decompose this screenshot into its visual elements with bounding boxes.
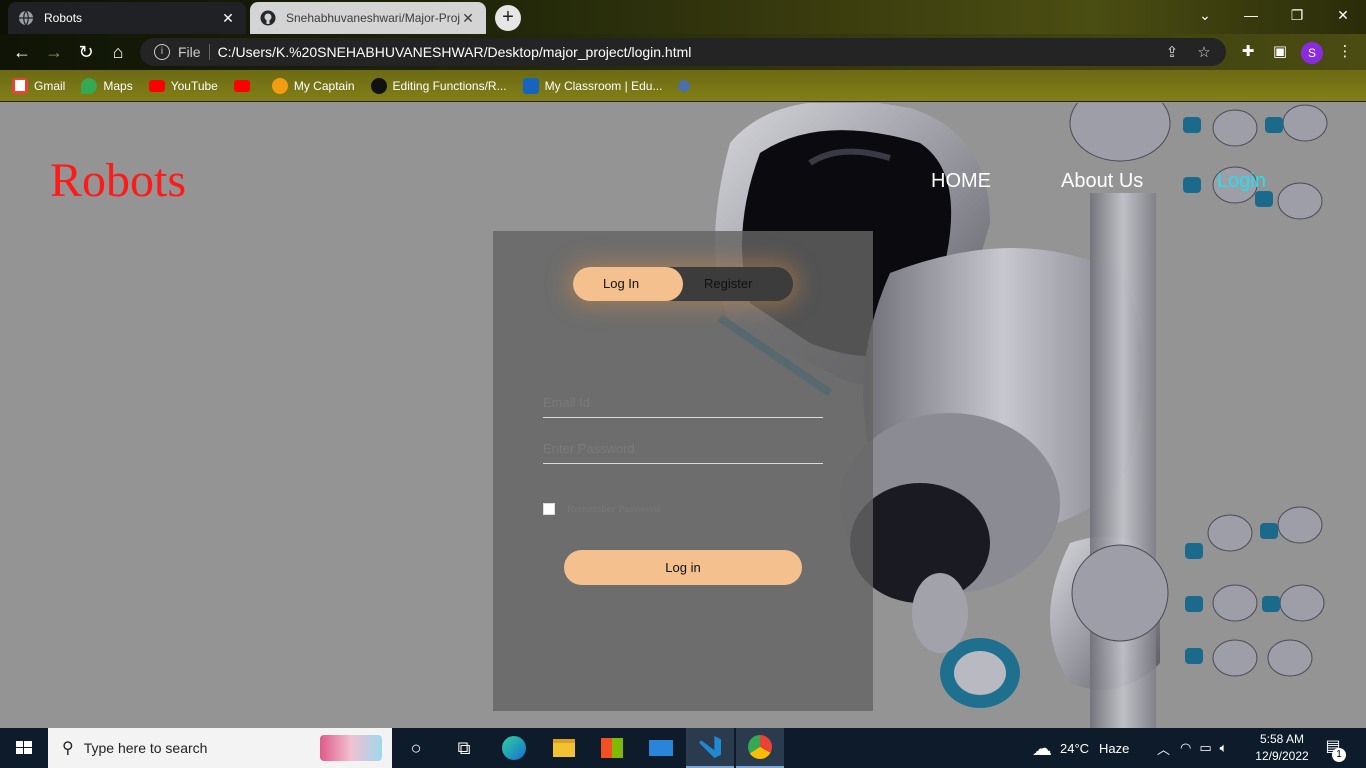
tray-icons: ︿ ◠ ▭ 🔈︎	[1157, 728, 1227, 768]
tab-title: Snehabhuvaneshwari/Major-Proj	[286, 11, 460, 25]
wifi-icon[interactable]: ◠	[1180, 740, 1191, 756]
windows-taskbar: ⚲ Type here to search ○ ⧉ ☁ 24°C Haze ︿ …	[0, 728, 1366, 768]
new-tab-button[interactable]: +	[495, 5, 521, 31]
bookmark-star-icon[interactable]: ☆	[1194, 43, 1214, 61]
back-icon[interactable]: ←	[10, 40, 34, 64]
nav-login[interactable]: Login	[1217, 170, 1266, 193]
divider	[208, 44, 210, 60]
remember-checkbox[interactable]	[543, 503, 555, 515]
weather-temp: 24°C	[1060, 740, 1090, 756]
password-field[interactable]	[543, 434, 823, 464]
weather-condition: Haze	[1099, 740, 1130, 756]
tab-register[interactable]: Register	[704, 276, 756, 291]
share-icon[interactable]: ⇪	[1162, 43, 1182, 61]
scheme-label: File	[178, 44, 201, 60]
store-icon[interactable]	[588, 728, 636, 768]
clock-date: 12/9/2022	[1255, 749, 1309, 763]
edureka-icon	[522, 77, 539, 94]
chevron-up-icon[interactable]: ︿	[1157, 739, 1170, 758]
tab-search-icon[interactable]: ⌄	[1182, 0, 1228, 30]
email-field[interactable]	[543, 388, 823, 418]
chrome-icon[interactable]	[736, 728, 784, 768]
cortana-icon[interactable]: ○	[392, 728, 440, 768]
tab-title: Robots	[44, 11, 83, 25]
login-card: Log In Register Remember Password Log in	[493, 231, 873, 711]
side-panel-icon[interactable]: ▣	[1269, 41, 1291, 63]
bookmark-mycaptain[interactable]: My Captain	[271, 77, 355, 94]
weather-haze-icon: ☁	[1032, 737, 1052, 760]
remember-label: Remember Password	[567, 503, 661, 515]
bookmark-gmail[interactable]: Gmail	[12, 77, 65, 94]
nav-home[interactable]: HOME	[931, 170, 991, 193]
search-highlight-icon[interactable]	[320, 735, 382, 761]
extensions-icon[interactable]: ✚	[1237, 41, 1259, 63]
gmail-icon	[12, 77, 28, 94]
github-icon	[260, 10, 276, 26]
close-tab-icon[interactable]: ✕	[220, 10, 236, 27]
nav-about-us[interactable]: About Us	[1061, 170, 1143, 193]
menu-kebab-icon[interactable]: ⋮	[1334, 41, 1356, 63]
edge-icon[interactable]	[490, 728, 538, 768]
minimize-icon[interactable]: —	[1228, 0, 1274, 30]
system-clock[interactable]: 5:58 AM 12/9/2022	[1250, 731, 1314, 765]
bookmark-maps[interactable]: Maps	[81, 77, 133, 94]
forward-icon[interactable]: →	[42, 40, 66, 64]
login-register-toggle: Log In Register	[573, 267, 793, 301]
bookmarks-bar: Gmail Maps YouTube My Captain Editing Fu…	[0, 70, 1366, 102]
task-view-icon[interactable]: ⧉	[440, 728, 488, 768]
vscode-icon[interactable]	[686, 728, 734, 768]
youtube-icon	[233, 79, 250, 92]
youtube-icon	[148, 79, 165, 92]
search-placeholder: Type here to search	[83, 740, 208, 756]
mycaptain-icon	[271, 77, 288, 94]
clock-time: 5:58 AM	[1259, 732, 1305, 746]
search-icon: ⚲	[62, 740, 74, 757]
page-viewport: Robots HOME About Us Login Log In Regist…	[0, 103, 1366, 728]
close-tab-icon[interactable]: ✕	[460, 10, 476, 27]
remember-password[interactable]: Remember Password	[543, 503, 660, 515]
tab-strip: Robots ✕ Snehabhuvaneshwari/Major-Proj ✕…	[0, 0, 1366, 34]
github-icon	[370, 77, 387, 94]
mail-icon[interactable]	[637, 728, 685, 768]
maps-icon	[81, 77, 98, 94]
info-icon[interactable]: i	[154, 44, 170, 60]
restore-icon[interactable]: ❐	[1274, 0, 1320, 30]
site-logo[interactable]: Robots	[50, 153, 186, 208]
globe-icon	[19, 10, 33, 26]
notification-center-icon[interactable]: ▤ 1	[1318, 736, 1348, 762]
tab-login[interactable]: Log In	[603, 276, 639, 291]
profile-avatar[interactable]: S	[1301, 42, 1323, 64]
home-icon[interactable]: ⌂	[106, 40, 130, 64]
address-bar[interactable]: i File C:/Users/K.%20SNEHABHUVANESHWAR/D…	[140, 38, 1226, 66]
file-explorer-icon[interactable]	[540, 728, 588, 768]
browser-toolbar: ← → ↻ ⌂ i File C:/Users/K.%20SNEHABHUVAN…	[0, 34, 1366, 70]
reload-icon[interactable]: ↻	[74, 40, 98, 64]
taskbar-search[interactable]: ⚲ Type here to search	[48, 728, 392, 768]
windows-start-icon[interactable]	[0, 728, 48, 768]
search-icon	[678, 79, 691, 92]
bookmark-editing-functions[interactable]: Editing Functions/R...	[370, 77, 507, 94]
volume-icon[interactable]: 🔈︎	[1220, 740, 1228, 756]
url-text[interactable]: C:/Users/K.%20SNEHABHUVANESHWAR/Desktop/…	[218, 44, 1162, 60]
tab-robots[interactable]: Robots ✕	[8, 2, 246, 34]
login-submit-button[interactable]: Log in	[564, 550, 802, 585]
bookmark-search[interactable]	[678, 79, 696, 92]
battery-icon[interactable]: ▭	[1199, 740, 1211, 756]
bookmark-youtube-2[interactable]	[233, 79, 256, 92]
tab-github[interactable]: Snehabhuvaneshwari/Major-Proj ✕	[250, 2, 486, 34]
bookmark-my-classroom[interactable]: My Classroom | Edu...	[522, 77, 662, 94]
weather-widget[interactable]: ☁ 24°C Haze	[1032, 728, 1129, 768]
close-window-icon[interactable]: ✕	[1320, 0, 1366, 30]
bookmark-youtube[interactable]: YouTube	[148, 79, 218, 93]
notification-count: 1	[1332, 748, 1346, 762]
